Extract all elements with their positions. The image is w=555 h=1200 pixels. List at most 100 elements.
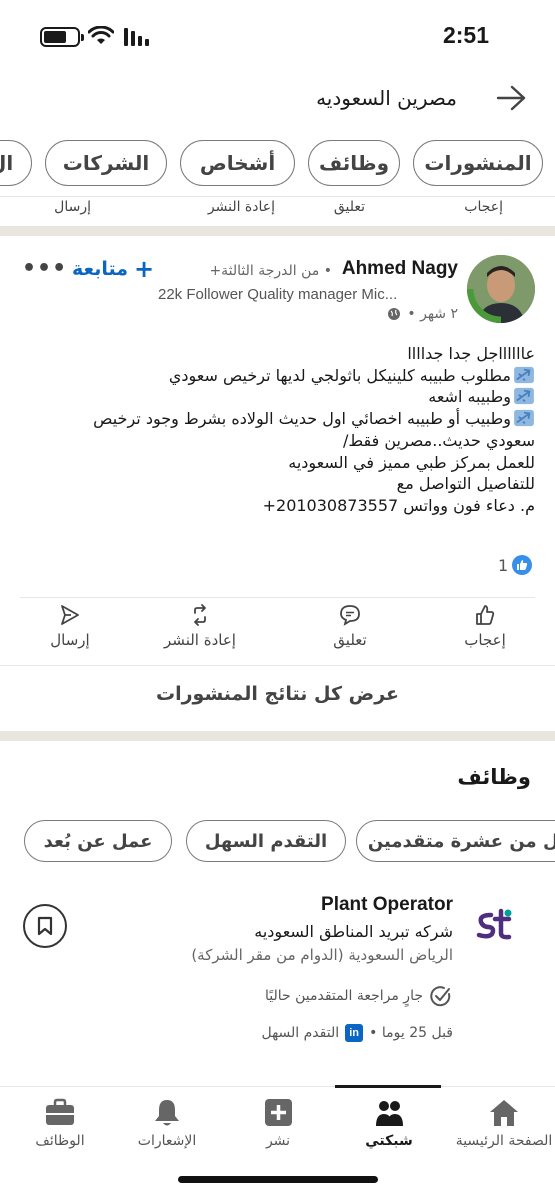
job-posted: قبل 25 يوما • [369,1025,453,1041]
prev-like-label[interactable]: إعجاب [464,199,503,215]
divider [20,597,535,598]
job-title[interactable]: Plant Operator [321,894,453,916]
nav-home[interactable]: الصفحة الرئيسية [449,1097,555,1149]
job-location: الرياض السعودية (الدوام من مقر الشركة) [191,946,453,964]
author-avatar[interactable] [467,255,535,323]
prev-comment-label[interactable]: تعليق [334,199,365,215]
airplane-icon [514,410,534,427]
briefcase-icon [46,1098,74,1125]
status-bar: 2:51 [0,0,555,70]
job-filter-chips: عمل عن بُعد التقدم السهل أقل من عشرة متق… [0,820,555,864]
post-time: ٢ شهر • [407,306,458,322]
company-logo[interactable] [475,905,515,945]
like-label: إعجاب [464,631,506,649]
post-actions: إعجاب تعليق إعادة النشر إرسال [0,603,555,663]
save-job-button[interactable] [23,904,67,948]
cellular-signal-icon [124,28,149,46]
comment-icon [340,605,360,626]
back-arrow-icon[interactable] [495,84,527,112]
post-line-text: مطلوب طبيبه كلينيكل باثولجي لديها ترخيص … [168,365,511,385]
see-all-posts-button[interactable]: عرض كل نتائج المنشورات [0,683,555,705]
author-name[interactable]: Ahmed Nagy [342,258,458,280]
nav-network-label: شبكتي [365,1133,413,1149]
job-status: جارٍ مراجعة المتقدمين حاليًا [265,984,453,1008]
post-line: سعودي حديث..مصرين فقط/ [342,430,535,450]
post-line-text: وطبيب أو طبيبه اخصائي اول حديث الولاده ب… [93,409,511,429]
nav-post[interactable]: نشر [223,1097,333,1149]
author-headline: 22k Follower Quality manager Mic... [158,286,398,303]
wifi-icon [88,26,114,44]
active-tab-indicator [335,1085,441,1088]
nav-post-label: نشر [265,1133,291,1149]
more-options-icon[interactable]: ••• [22,256,67,281]
airplane-icon [514,388,534,405]
chip-more[interactable]: ال [0,140,32,186]
nav-jobs-label: الوظائف [35,1133,85,1149]
chip-posts[interactable]: المنشورات [413,140,543,186]
comment-label: تعليق [333,631,367,649]
status-check-icon [430,986,451,1007]
bookmark-icon [37,916,53,936]
repost-label: إعادة النشر [164,631,236,649]
nav-notifications[interactable]: الإشعارات [112,1097,222,1149]
like-reaction-icon [512,555,533,575]
post-line: عااااااجل جدا جداااا [407,344,535,363]
repost-icon [194,604,206,626]
linkedin-icon: in [345,1024,364,1042]
post-line: للتفاصيل التواصل مع [396,474,535,494]
repost-button[interactable]: إعادة النشر [150,603,250,649]
easy-apply-label: التقدم السهل [261,1025,340,1041]
nav-jobs[interactable]: الوظائف [5,1097,115,1149]
chip-people[interactable]: أشخاص [180,140,295,186]
send-icon [61,605,79,625]
post-line-text: وطبيبه اشعه [428,387,511,407]
search-header: مصرين السعوديه [0,70,555,130]
clock: 2:51 [442,22,489,48]
like-icon [476,605,495,625]
post-meta: ٢ شهر • [387,306,458,322]
nav-notifications-label: الإشعارات [137,1133,197,1149]
chip-companies[interactable]: الشركات [45,140,167,186]
like-button[interactable]: إعجاب [435,603,535,649]
plus-icon: + [134,255,155,283]
home-indicator [178,1176,378,1183]
network-icon [376,1101,403,1126]
post-line: للعمل بمركز طبي مميز في السعوديه [288,452,535,472]
post-line: م. دعاء فون وواتس 201030873557+ [262,495,535,515]
filter-chips: المنشورات وظائف أشخاص الشركات ال [0,140,555,192]
job-meta: قبل 25 يوما • in التقدم السهل [261,1024,453,1042]
nav-home-label: الصفحة الرئيسية [455,1133,553,1149]
comment-button[interactable]: تعليق [300,603,400,649]
reaction-count: 1 [498,555,509,575]
globe-icon [388,308,401,320]
previous-post-actions: إعجاب تعليق إعادة النشر إرسال [0,196,555,226]
bell-icon [155,1100,179,1126]
post-body: عااااااجل جدا جداااا مطلوب طبيبه كلينيكل… [15,343,535,517]
follow-button[interactable]: + متابعة [72,255,155,283]
chip-more-label: ال [0,151,14,175]
search-query[interactable]: مصرين السعوديه [316,86,457,110]
post-line: وطبيب أو طبيبه اخصائي اول حديث الولاده ب… [15,408,535,430]
post-line: مطلوب طبيبه كلينيكل باثولجي لديها ترخيص … [15,365,535,387]
job-company: شركه تبريد المناطق السعوديه [254,922,453,941]
battery-icon [40,27,84,47]
connection-degree: • من الدرجة الثالثة+ [209,263,332,279]
prev-repost-label[interactable]: إعادة النشر [208,199,275,215]
send-button[interactable]: إرسال [20,603,120,649]
reaction-summary[interactable]: 1 [498,555,533,575]
follow-label: متابعة [72,258,129,280]
job-status-text: جارٍ مراجعة المتقدمين حاليًا [264,988,423,1004]
chip-jobs[interactable]: وظائف [308,140,400,186]
nav-network[interactable]: شبكتي [334,1097,444,1149]
chip-easy-apply[interactable]: التقدم السهل [186,820,346,862]
chip-under-10-applicants[interactable]: أقل من عشرة متقدمين [356,820,555,862]
divider [0,665,555,666]
airplane-icon [514,366,534,383]
jobs-section-title: وظائف [457,765,531,789]
chip-remote[interactable]: عمل عن بُعد [24,820,172,862]
prev-send-label[interactable]: إرسال [54,199,91,215]
section-gap [0,731,555,741]
home-icon [490,1100,518,1126]
post-line: وطبيبه اشعه [15,386,535,408]
section-gap [0,226,555,236]
